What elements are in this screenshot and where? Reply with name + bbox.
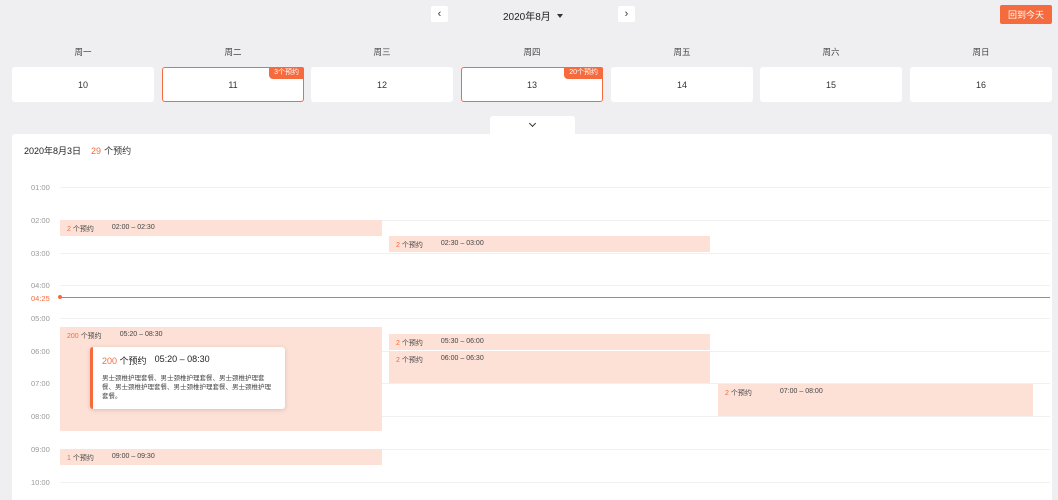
event-count-unit: 个预约 <box>72 455 94 462</box>
time-label: 04:00 <box>31 281 50 290</box>
time-label: 06:00 <box>31 347 50 356</box>
time-label: 09:00 <box>31 445 50 454</box>
chevron-right-icon: › <box>624 8 629 20</box>
event-count-number: 2 <box>396 340 400 347</box>
event-count-number: 2 <box>396 242 400 249</box>
event-count-number: 200 <box>67 333 79 340</box>
day-card[interactable]: 12 <box>311 67 453 102</box>
day-card[interactable]: 15 <box>760 67 902 102</box>
event-time: 06:00 – 06:30 <box>440 355 484 362</box>
popover-count-unit: 个预约 <box>119 356 147 366</box>
current-time-line <box>60 297 1050 298</box>
appointment-badge: 3个预约 <box>269 67 304 79</box>
event-count-number: 2 <box>67 226 71 233</box>
event-count-unit: 个预约 <box>730 390 752 397</box>
schedule-panel: 2020年8月3日 29 个预约 01:00 02:00 03:00 04:00 … <box>12 134 1052 500</box>
hour-line <box>60 187 1050 188</box>
chevron-left-icon: ‹ <box>437 8 442 20</box>
day-card[interactable]: 10 <box>12 67 154 102</box>
month-label: 2020年8月 <box>503 12 551 23</box>
time-label: 07:00 <box>31 379 50 388</box>
event-count: 2 个预约 <box>67 224 94 233</box>
appointment-block[interactable]: 1 个预约 09:00 – 09:30 <box>60 449 382 465</box>
day-card[interactable]: 11 3个预约 <box>162 67 304 102</box>
day-card[interactable]: 13 20个预约 <box>461 67 603 102</box>
day-card[interactable]: 16 <box>910 67 1052 102</box>
back-to-today-button[interactable]: 回到今天 <box>1000 5 1052 24</box>
schedule-header: 2020年8月3日 29 个预约 <box>24 144 131 157</box>
day-date: 12 <box>376 79 387 90</box>
time-label: 02:00 <box>31 216 50 225</box>
appointment-block[interactable]: 2 个预约 06:00 – 06:30 <box>389 351 710 383</box>
hour-line <box>60 482 1050 483</box>
weekday-label: 周日 <box>972 47 990 57</box>
time-label: 08:00 <box>31 412 50 421</box>
event-count-unit: 个预约 <box>401 242 423 249</box>
popover-count: 200 个预约 <box>102 354 147 367</box>
event-count: 2 个预约 <box>725 388 752 412</box>
event-count: 1 个预约 <box>67 453 94 462</box>
event-count: 2 个预约 <box>396 240 423 249</box>
time-label: 10:00 <box>31 478 50 487</box>
weekday-label: 周一 <box>74 47 92 57</box>
day-card[interactable]: 14 <box>611 67 753 102</box>
weekday-label: 周二 <box>224 47 242 57</box>
time-label: 05:00 <box>31 314 50 323</box>
event-count-number: 1 <box>67 455 71 462</box>
popover-description: 男士颈椎护理套餐、男士颈椎护理套餐、男士颈椎护理套餐、男士颈椎护理套餐、男士颈椎… <box>102 375 271 400</box>
event-count-unit: 个预约 <box>80 333 102 340</box>
event-count: 2 个预约 <box>396 338 423 347</box>
event-count-unit: 个预约 <box>401 340 423 347</box>
day-date: 15 <box>825 79 836 90</box>
appointment-block[interactable]: 2 个预约 07:00 – 08:00 <box>718 384 1033 416</box>
time-label: 03:00 <box>31 249 50 258</box>
appointment-popover: 200 个预约 05:20 – 08:30 男士颈椎护理套餐、男士颈椎护理套餐、… <box>90 347 285 409</box>
prev-month-button[interactable]: ‹ <box>431 6 448 22</box>
event-count-unit: 个预约 <box>401 357 423 364</box>
popover-count-number: 200 <box>102 356 118 366</box>
hour-line <box>60 318 1050 319</box>
count-label: 个预约 <box>104 146 132 156</box>
event-count-number: 2 <box>396 357 400 364</box>
appointment-block[interactable]: 2 个预约 05:30 – 06:00 <box>389 334 710 350</box>
event-count-number: 2 <box>725 390 729 397</box>
schedule-date: 2020年8月3日 <box>24 146 82 156</box>
day-date: 10 <box>77 79 88 90</box>
caret-down-icon <box>556 14 563 18</box>
popover-time: 05:20 – 08:30 <box>154 354 210 364</box>
appointment-block[interactable]: 2 个预约 02:00 – 02:30 <box>60 220 382 236</box>
appointment-badge: 20个预约 <box>564 67 603 79</box>
time-label: 01:00 <box>31 183 50 192</box>
schedule-count: 29 个预约 <box>91 144 131 157</box>
weekday-label: 周四 <box>523 47 541 57</box>
weekday-label: 周五 <box>673 47 691 57</box>
event-time: 02:00 – 02:30 <box>111 224 155 231</box>
next-month-button[interactable]: › <box>618 6 635 22</box>
day-date: 14 <box>676 79 687 90</box>
chevron-down-icon <box>528 119 537 128</box>
month-picker[interactable]: 2020年8月 <box>503 8 563 23</box>
event-count: 2 个预约 <box>396 355 423 379</box>
current-time-dot <box>58 295 62 299</box>
event-count-unit: 个预约 <box>72 226 94 233</box>
day-date: 16 <box>975 79 986 90</box>
day-date: 13 <box>526 79 537 90</box>
event-time: 02:30 – 03:00 <box>440 240 484 247</box>
weekday-label: 周三 <box>373 47 391 57</box>
current-time-label: 04:25 <box>31 294 50 303</box>
hour-line <box>60 285 1050 286</box>
top-bar: ‹ 2020年8月 › 回到今天 <box>0 0 1058 30</box>
appointment-block[interactable]: 2 个预约 02:30 – 03:00 <box>389 236 710 252</box>
collapse-toggle[interactable] <box>490 116 575 134</box>
event-time: 07:00 – 08:00 <box>779 388 823 395</box>
event-time: 05:30 – 06:00 <box>440 338 484 345</box>
popover-title: 200 个预约 05:20 – 08:30 <box>102 354 276 367</box>
day-date: 11 <box>228 79 238 90</box>
hour-line <box>60 253 1050 254</box>
count-number: 29 <box>91 146 102 156</box>
weekday-label: 周六 <box>822 47 840 57</box>
event-time: 09:00 – 09:30 <box>111 453 155 460</box>
